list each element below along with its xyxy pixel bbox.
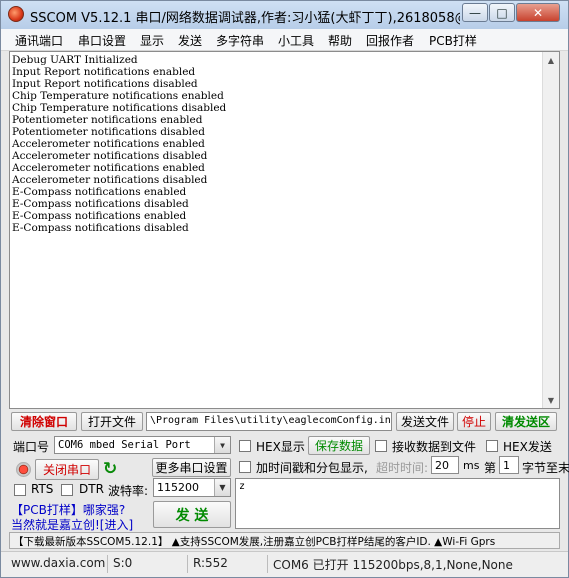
port-status-icon <box>16 462 31 477</box>
dtr-checkbox[interactable] <box>61 484 73 496</box>
baud-select-value: 115200 <box>157 481 199 494</box>
receive-to-file-checkbox[interactable] <box>375 440 387 452</box>
port-select[interactable]: COM6 mbed Serial Port ▼ <box>54 436 231 454</box>
log-line: Chip Temperature notifications disabled <box>12 102 227 114</box>
menu-help[interactable]: 帮助 <box>328 32 352 49</box>
menu-comm-port[interactable]: 通讯端口 <box>15 32 63 49</box>
log-line: Accelerometer notifications enabled <box>12 138 205 150</box>
hex-send-checkbox[interactable] <box>486 440 498 452</box>
log-line: Potentiometer notifications disabled <box>12 126 205 138</box>
menu-send[interactable]: 发送 <box>178 32 202 49</box>
more-settings-button[interactable]: 更多串口设置 <box>152 458 231 477</box>
receive-scrollbar[interactable]: ▲ ▼ <box>542 52 559 408</box>
open-file-button[interactable]: 打开文件 <box>81 412 143 431</box>
app-logo-icon <box>8 6 24 22</box>
log-line: E-Compass notifications disabled <box>12 198 189 210</box>
minimize-button[interactable]: — <box>462 3 488 22</box>
log-line: E-Compass notifications enabled <box>12 210 187 222</box>
menu-multi-string[interactable]: 多字符串 <box>216 32 264 49</box>
ticker-bar: 【下载最新版本SSCOM5.12.1】 ▲支持SSCOM发展,注册嘉立创PCB打… <box>9 532 560 549</box>
baud-label: 波特率: <box>108 484 149 498</box>
log-line: Chip Temperature notifications enabled <box>12 90 224 102</box>
promo-line-2[interactable]: 当然就是嘉立创![进入] <box>11 516 133 533</box>
received-count: R:552 <box>193 556 228 570</box>
scroll-down-icon[interactable]: ▼ <box>543 392 559 408</box>
close-port-button[interactable]: 关闭串口 <box>35 459 99 480</box>
log-line: Input Report notifications disabled <box>12 78 198 90</box>
ticker-text[interactable]: 【下载最新版本SSCOM5.12.1】 ▲支持SSCOM发展,注册嘉立创PCB打… <box>13 534 495 548</box>
chevron-down-icon[interactable]: ▼ <box>214 437 230 453</box>
clear-window-button[interactable]: 清除窗口 <box>11 412 77 431</box>
byte-prefix: 第 <box>484 461 497 475</box>
log-line: Potentiometer notifications enabled <box>12 114 203 126</box>
receive-text-area[interactable]: Debug UART Initialized Input Report noti… <box>9 51 560 409</box>
menu-bar: 通讯端口 串口设置 显示 发送 多字符串 小工具 帮助 回报作者 PCB打样 <box>1 29 568 51</box>
baud-select[interactable]: 115200 ▼ <box>153 478 231 497</box>
timeout-unit: ms <box>463 459 480 472</box>
maximize-button[interactable]: □ <box>489 3 515 22</box>
status-bar: www.daxia.com S:0 R:552 COM6 已打开 115200b… <box>1 551 568 577</box>
log-line: E-Compass notifications disabled <box>12 222 189 234</box>
website-label[interactable]: www.daxia.com <box>11 556 105 570</box>
clear-send-button[interactable]: 清发送区 <box>495 412 557 431</box>
receive-to-file-label: 接收数据到文件 <box>392 440 477 454</box>
timeout-label: 超时时间: <box>376 461 429 475</box>
chevron-down-icon[interactable]: ▼ <box>214 479 230 496</box>
port-select-value: COM6 mbed Serial Port <box>58 439 191 451</box>
send-file-button[interactable]: 发送文件 <box>396 412 454 431</box>
log-line: Input Report notifications enabled <box>12 66 196 78</box>
status-divider <box>267 555 268 573</box>
scroll-up-icon[interactable]: ▲ <box>543 52 559 68</box>
hex-display-label: HEX显示 <box>256 440 305 454</box>
app-window: SSCOM V5.12.1 串口/网络数据调试器,作者:习小猛(大虾丁丁),26… <box>0 0 569 578</box>
timeout-input[interactable]: 20 <box>431 456 459 474</box>
window-title: SSCOM V5.12.1 串口/网络数据调试器,作者:习小猛(大虾丁丁),26… <box>30 11 460 26</box>
stop-button[interactable]: 停止 <box>457 412 491 431</box>
send-text-area[interactable]: z <box>235 478 560 529</box>
menu-pcb[interactable]: PCB打样 <box>429 32 477 49</box>
log-line: Accelerometer notifications disabled <box>12 174 208 186</box>
log-line: Accelerometer notifications disabled <box>12 150 208 162</box>
title-bar[interactable]: SSCOM V5.12.1 串口/网络数据调试器,作者:习小猛(大虾丁丁),26… <box>1 1 568 29</box>
timestamp-checkbox[interactable] <box>239 461 251 473</box>
timestamp-label: 加时间戳和分包显示, <box>256 461 368 475</box>
status-divider <box>107 555 108 573</box>
hex-display-checkbox[interactable] <box>239 440 251 452</box>
menu-feedback[interactable]: 回报作者 <box>366 32 414 49</box>
save-data-button[interactable]: 保存数据 <box>308 436 370 455</box>
sent-count: S:0 <box>113 556 133 570</box>
log-line: Accelerometer notifications enabled <box>12 162 205 174</box>
dtr-label: DTR <box>79 482 104 496</box>
hex-send-label: HEX发送 <box>503 440 552 454</box>
byte-index-input[interactable]: 1 <box>499 456 519 474</box>
menu-display[interactable]: 显示 <box>140 32 164 49</box>
file-path-field[interactable]: \Program Files\utility\eaglecomConfig.in… <box>146 412 392 431</box>
port-status-text: COM6 已打开 115200bps,8,1,None,None <box>273 558 513 572</box>
menu-serial-settings[interactable]: 串口设置 <box>78 32 126 49</box>
log-line: E-Compass notifications enabled <box>12 186 187 198</box>
byte-suffix: 字节至末 <box>522 461 569 475</box>
rts-label: RTS <box>31 482 54 496</box>
status-divider <box>187 555 188 573</box>
menu-tools[interactable]: 小工具 <box>278 32 314 49</box>
receive-log: Debug UART Initialized Input Report noti… <box>12 54 542 234</box>
rts-checkbox[interactable] <box>14 484 26 496</box>
send-button[interactable]: 发 送 <box>153 501 231 528</box>
port-label: 端口号 <box>13 440 50 454</box>
log-line: Debug UART Initialized <box>12 54 138 66</box>
close-button[interactable]: ✕ <box>516 3 560 22</box>
refresh-icon[interactable]: ↻ <box>103 459 121 479</box>
